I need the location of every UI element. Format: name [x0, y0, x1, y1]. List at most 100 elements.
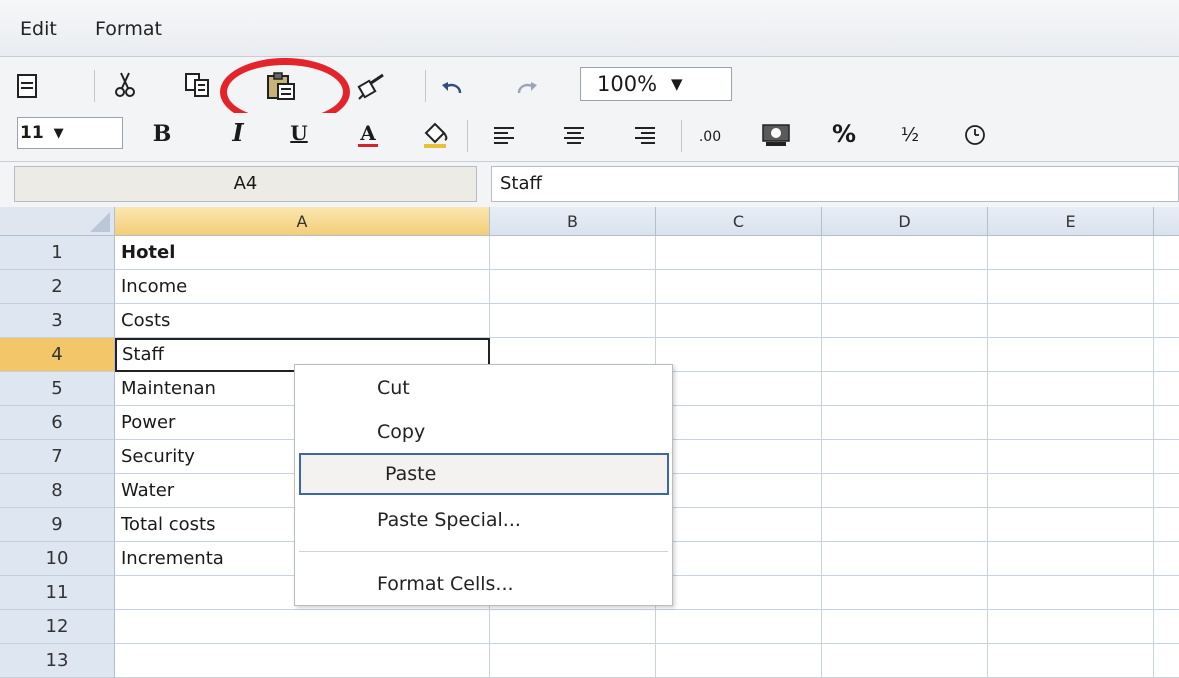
cell-f[interactable] [1154, 542, 1179, 576]
cell-a[interactable] [115, 610, 490, 644]
context-menu-copy[interactable]: Copy [299, 411, 668, 453]
cell-e[interactable] [988, 508, 1154, 542]
cell-d[interactable] [822, 644, 988, 678]
cell-e[interactable] [988, 338, 1154, 372]
cell-e[interactable] [988, 440, 1154, 474]
cell-f[interactable] [1154, 270, 1179, 304]
row-header[interactable]: 7 [0, 440, 115, 474]
cell-e[interactable] [988, 304, 1154, 338]
column-header-f[interactable] [1154, 207, 1179, 236]
cell-b[interactable] [490, 610, 656, 644]
copy-icon[interactable] [182, 70, 214, 100]
context-menu-paste[interactable]: Paste [299, 453, 669, 495]
cell-a[interactable]: Income [115, 270, 490, 304]
cell-c[interactable] [656, 236, 822, 270]
cell-c[interactable] [656, 338, 822, 372]
cell-d[interactable] [822, 338, 988, 372]
zoom-select[interactable]: 100% ▼ [580, 67, 732, 101]
cell-d[interactable] [822, 270, 988, 304]
cell-d[interactable] [822, 508, 988, 542]
cell-c[interactable] [656, 406, 822, 440]
cell-e[interactable] [988, 236, 1154, 270]
row-header[interactable]: 5 [0, 372, 115, 406]
cell-f[interactable] [1154, 236, 1179, 270]
cell-c[interactable] [656, 576, 822, 610]
redo-icon[interactable] [513, 76, 541, 100]
cell-f[interactable] [1154, 644, 1179, 678]
row-header[interactable]: 2 [0, 270, 115, 304]
cell-e[interactable] [988, 372, 1154, 406]
cell-d[interactable] [822, 610, 988, 644]
row-header[interactable]: 10 [0, 542, 115, 576]
cell-e[interactable] [988, 542, 1154, 576]
cell-f[interactable] [1154, 406, 1179, 440]
row-header[interactable]: 12 [0, 610, 115, 644]
cell-c[interactable] [656, 508, 822, 542]
align-right-icon[interactable] [631, 122, 659, 148]
cell-d[interactable] [822, 236, 988, 270]
cell-d[interactable] [822, 542, 988, 576]
align-center-icon[interactable] [560, 122, 588, 148]
cell-b[interactable] [490, 236, 656, 270]
cell-c[interactable] [656, 644, 822, 678]
cell-f[interactable] [1154, 440, 1179, 474]
decimal-format-button[interactable]: .00 [690, 124, 730, 150]
cell-e[interactable] [988, 644, 1154, 678]
column-header-a[interactable]: A [115, 207, 490, 236]
cell-d[interactable] [822, 304, 988, 338]
cell-f[interactable] [1154, 338, 1179, 372]
undo-icon[interactable] [438, 76, 466, 100]
cell-f[interactable] [1154, 474, 1179, 508]
cell-a[interactable] [115, 644, 490, 678]
row-header[interactable]: 6 [0, 406, 115, 440]
cell-b[interactable] [490, 270, 656, 304]
cell-e[interactable] [988, 610, 1154, 644]
cell-f[interactable] [1154, 508, 1179, 542]
select-all-corner[interactable] [0, 207, 115, 236]
cell-d[interactable] [822, 440, 988, 474]
font-color-icon[interactable]: A [354, 118, 382, 150]
fill-color-icon[interactable] [420, 118, 450, 150]
underline-icon[interactable]: U [285, 118, 313, 148]
row-header[interactable]: 9 [0, 508, 115, 542]
cell-d[interactable] [822, 474, 988, 508]
cell-e[interactable] [988, 576, 1154, 610]
row-header[interactable]: 13 [0, 644, 115, 678]
row-header[interactable]: 4 [0, 338, 115, 372]
column-header-b[interactable]: B [490, 207, 656, 236]
cell-c[interactable] [656, 474, 822, 508]
font-size-select[interactable]: 11 ▼ [17, 117, 123, 149]
cut-icon[interactable] [110, 70, 140, 100]
cell-c[interactable] [656, 610, 822, 644]
cell-f[interactable] [1154, 610, 1179, 644]
cell-e[interactable] [988, 270, 1154, 304]
cell-c[interactable] [656, 270, 822, 304]
column-header-c[interactable]: C [656, 207, 822, 236]
cell-c[interactable] [656, 542, 822, 576]
row-header[interactable]: 1 [0, 236, 115, 270]
fraction-format-button[interactable]: ½ [892, 120, 928, 150]
cell-e[interactable] [988, 406, 1154, 440]
menu-edit[interactable]: Edit [20, 18, 57, 40]
italic-icon[interactable]: I [224, 118, 252, 147]
cell-d[interactable] [822, 372, 988, 406]
cell-f[interactable] [1154, 576, 1179, 610]
cell-b[interactable] [490, 304, 656, 338]
menu-format[interactable]: Format [95, 18, 162, 40]
cell-d[interactable] [822, 406, 988, 440]
cell-e[interactable] [988, 474, 1154, 508]
row-header[interactable]: 11 [0, 576, 115, 610]
percent-format-button[interactable]: % [826, 118, 862, 150]
bold-icon[interactable]: B [148, 120, 176, 148]
formula-input[interactable]: Staff [491, 166, 1179, 202]
cell-a[interactable]: Hotel [115, 236, 490, 270]
name-box[interactable]: A4 [14, 166, 477, 202]
format-painter-icon[interactable] [356, 70, 390, 102]
row-header[interactable]: 8 [0, 474, 115, 508]
clock-icon[interactable] [960, 120, 990, 150]
column-header-d[interactable]: D [822, 207, 988, 236]
context-menu-paste-special[interactable]: Paste Special... [299, 499, 668, 541]
align-left-icon[interactable] [490, 122, 518, 148]
cell-a[interactable]: Costs [115, 304, 490, 338]
cell-b[interactable] [490, 644, 656, 678]
